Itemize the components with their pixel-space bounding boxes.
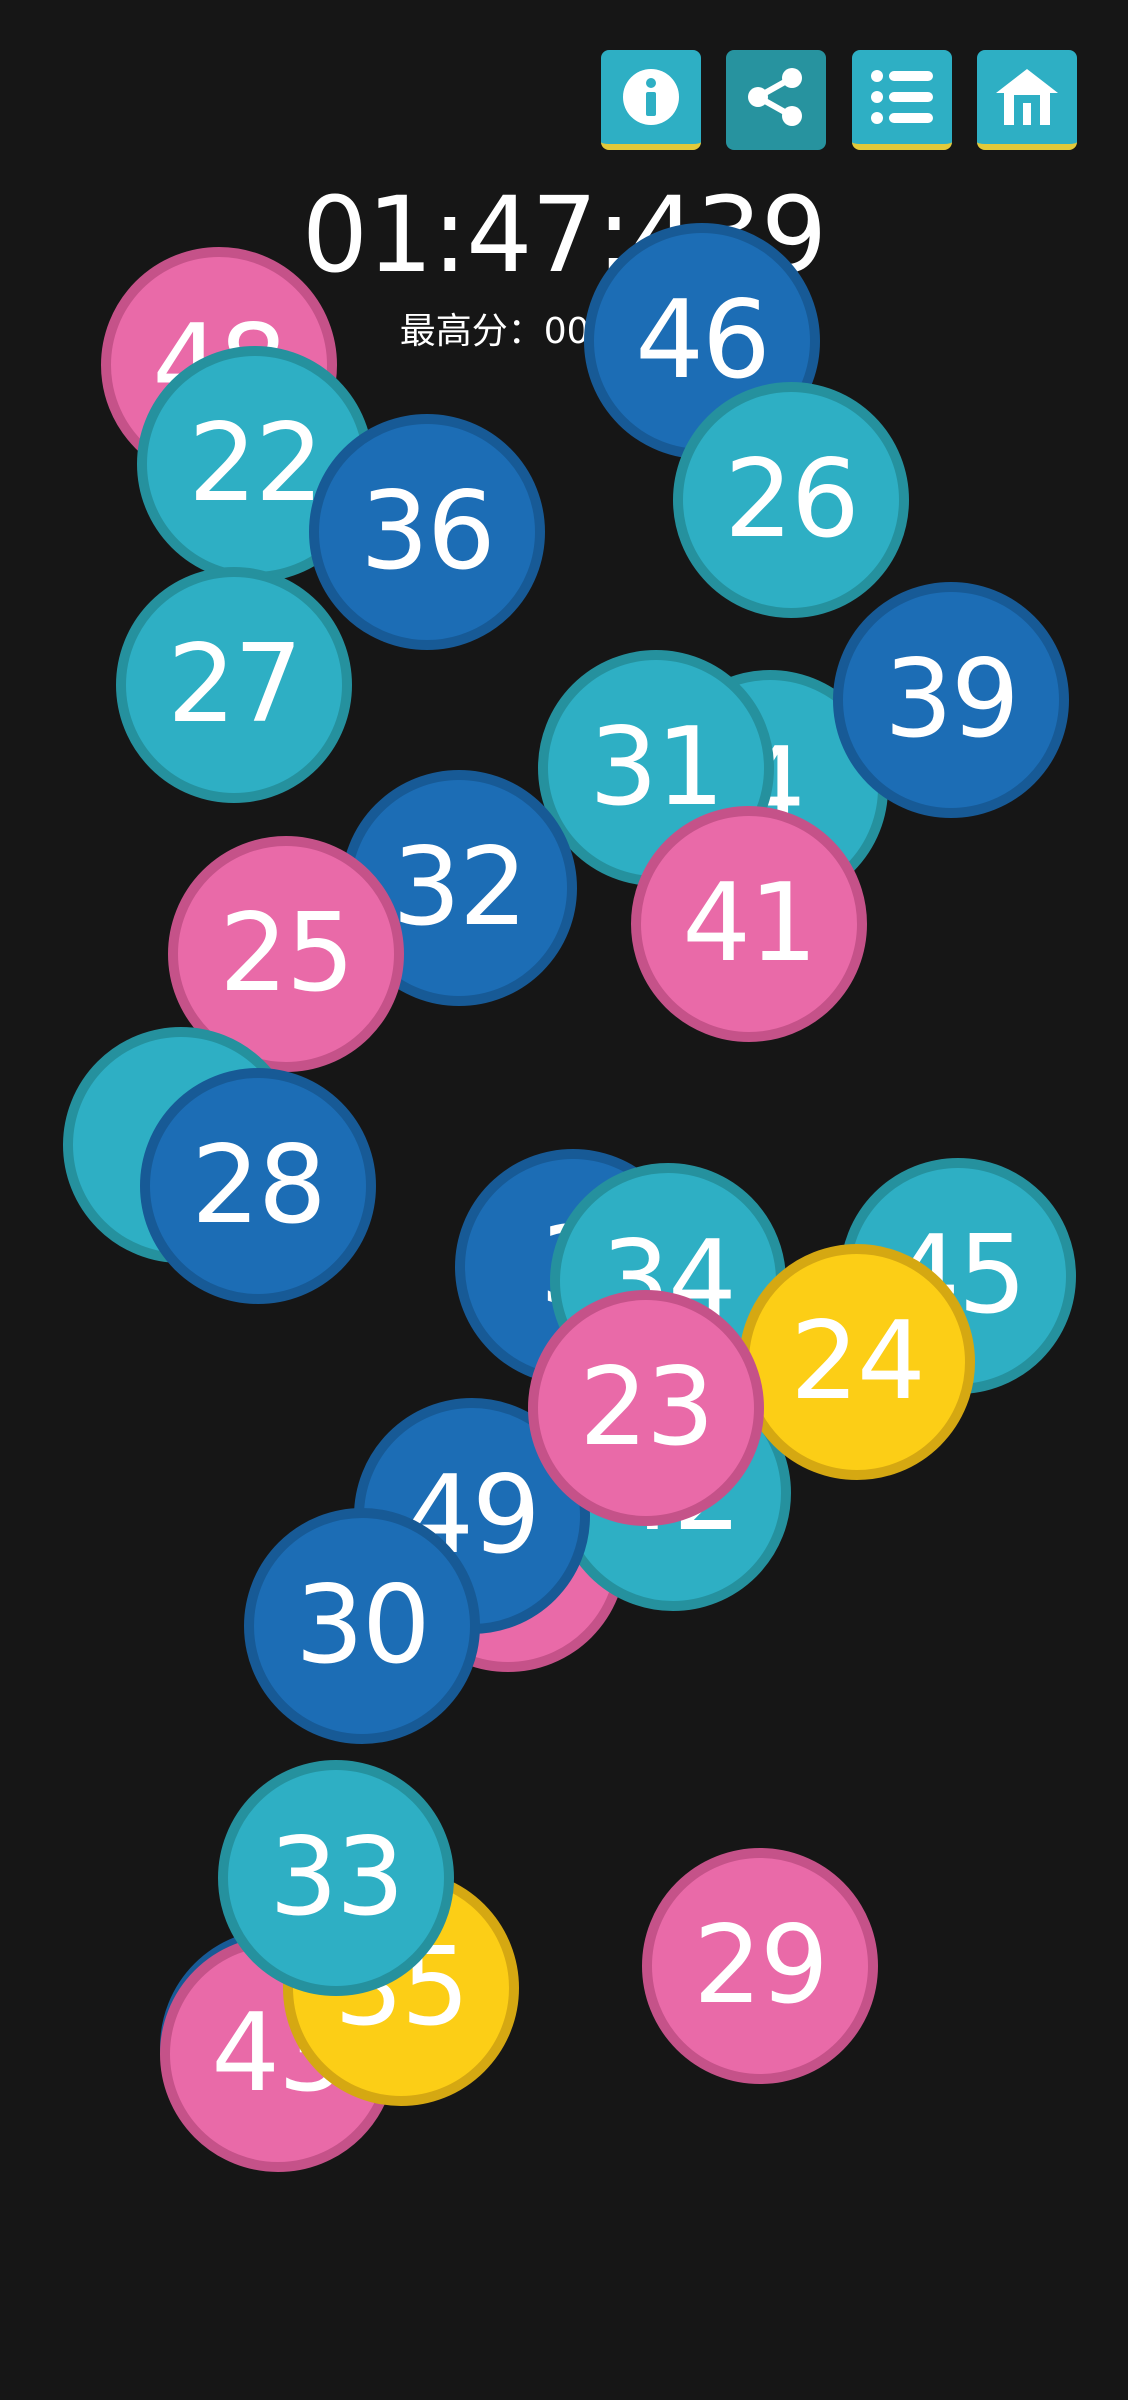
share-button[interactable] <box>726 50 826 150</box>
bubble[interactable]: 41 <box>631 806 867 1042</box>
bubble[interactable]: 24 <box>739 1244 975 1480</box>
bubble[interactable]: 29 <box>642 1848 878 2084</box>
list-icon <box>871 70 933 124</box>
home-icon <box>996 69 1058 125</box>
game-stage: 48 46 22 36 26 27 4 39 31 32 41 25 4 28 … <box>0 0 1128 2400</box>
bubble[interactable]: 28 <box>140 1068 376 1304</box>
info-icon <box>623 69 679 125</box>
bubble[interactable]: 23 <box>528 1290 764 1526</box>
bubble[interactable]: 33 <box>218 1760 454 1996</box>
info-button[interactable] <box>601 50 701 150</box>
bubble[interactable]: 30 <box>244 1508 480 1744</box>
home-button[interactable] <box>977 50 1077 150</box>
list-button[interactable] <box>852 50 952 150</box>
share-icon <box>748 68 802 126</box>
bubble[interactable]: 36 <box>309 414 545 650</box>
bubble[interactable]: 39 <box>833 582 1069 818</box>
bubble[interactable]: 26 <box>673 382 909 618</box>
bubble[interactable]: 27 <box>116 567 352 803</box>
